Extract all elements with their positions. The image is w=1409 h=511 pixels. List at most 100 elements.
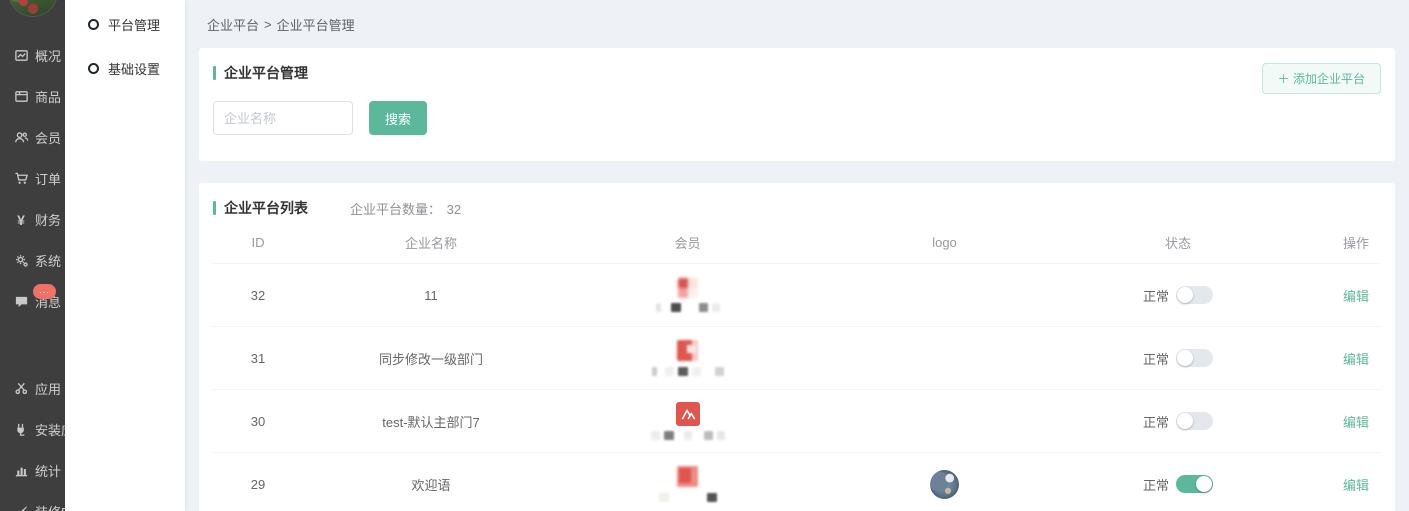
add-platform-button[interactable]: ＋ 添加企业平台 [1262,63,1381,94]
cell-company-name: 同步修改一级部门 [303,349,559,368]
main-nav: 概况 商品 会员 订单 ¥ 财务 系统 [0,35,65,511]
member-avatar-logo [676,402,700,426]
header-member: 会员 [559,233,816,252]
sub-sidebar: 平台管理 基础设置 [65,0,185,511]
sidebar-item-label: 商品 [35,87,61,106]
status-label: 正常 [1143,286,1169,305]
member-name-redacted [649,431,727,441]
system-icon [13,253,29,269]
cell-member [559,402,816,441]
status-label: 正常 [1143,475,1169,494]
sidebar-item-label: 应用 [35,379,61,398]
cell-id: 31 [213,351,303,366]
install-app-icon [13,422,29,438]
mountain-logo-icon [679,405,697,423]
submenu-label: 基础设置 [108,59,160,78]
company-name-input[interactable] [213,101,353,135]
search-button[interactable]: 搜索 [369,101,427,135]
manage-card-title: 企业平台管理 [224,63,308,83]
cell-logo [816,470,1073,499]
edit-link[interactable]: 编辑 [1343,289,1369,304]
cell-member [559,466,816,502]
edit-link[interactable]: 编辑 [1343,352,1369,367]
platform-list-card: 企业平台列表 企业平台数量： 32 ID 企业名称 会员 logo 状态 操作 [199,183,1395,511]
status-toggle[interactable] [1176,349,1213,367]
message-badge: ... [33,284,56,299]
submenu-item-platform-manage[interactable]: 平台管理 [65,2,185,46]
cell-status: 正常 [1073,349,1283,368]
table-row: 31 同步修改一级部门 正常 [213,327,1381,390]
breadcrumb: 企业平台 > 企业平台管理 [199,0,1395,48]
sidebar-item-diy[interactable]: 装修DIY [0,491,65,511]
sidebar-item-orders[interactable]: 订单 [0,158,65,199]
member-name-redacted [654,303,722,313]
cell-action: 编辑 [1283,349,1381,368]
edit-link[interactable]: 编辑 [1343,415,1369,430]
status-label: 正常 [1143,412,1169,431]
admin-app: 概况 商品 会员 订单 ¥ 财务 系统 [0,0,1409,511]
status-toggle[interactable] [1176,412,1213,430]
submenu-item-basic-settings[interactable]: 基础设置 [65,46,185,90]
sidebar-item-goods[interactable]: 商品 [0,76,65,117]
manage-card-header: 企业平台管理 ＋ 添加企业平台 [199,63,1395,83]
finance-icon: ¥ [13,212,29,228]
title-accent-bar [213,66,216,80]
member-avatar [677,340,698,361]
sidebar-group-apps: 应用 安装应用 统计 装修DIY [0,368,65,511]
main-sidebar: 概况 商品 会员 订单 ¥ 财务 系统 [0,0,65,511]
cell-action: 编辑 [1283,286,1381,305]
member-name-redacted [650,366,726,376]
sidebar-item-finance[interactable]: ¥ 财务 [0,199,65,240]
cell-action: 编辑 [1283,412,1381,431]
edit-link[interactable]: 编辑 [1343,478,1369,493]
radio-icon [88,19,99,30]
message-icon [13,294,29,310]
sidebar-item-label: 系统 [35,251,61,270]
table-row: 29 欢迎语 正常 [213,453,1381,511]
main-content: 企业平台 > 企业平台管理 企业平台管理 ＋ 添加企业平台 搜索 企业平台列表 … [185,0,1409,511]
member-name-redacted [657,492,719,502]
list-card-header: 企业平台列表 企业平台数量： 32 [199,198,1395,218]
sidebar-item-apps[interactable]: 应用 [0,368,65,409]
breadcrumb-current: 企业平台管理 [277,15,355,34]
sidebar-item-install-app[interactable]: 安装应用 [0,409,65,450]
list-card-title: 企业平台列表 [224,198,308,218]
header-logo: logo [816,235,1073,250]
member-avatar [677,466,698,487]
status-label: 正常 [1143,349,1169,368]
table-header-row: ID 企业名称 会员 logo 状态 操作 [213,222,1381,264]
header-id: ID [213,235,303,250]
diy-icon [13,504,29,511]
sidebar-item-stats[interactable]: 统计 [0,450,65,491]
breadcrumb-separator: > [264,17,272,32]
apps-icon [13,381,29,397]
status-toggle[interactable] [1176,475,1213,493]
goods-icon [13,89,29,105]
sidebar-item-members[interactable]: 会员 [0,117,65,158]
platform-count: 企业平台数量： 32 [350,199,461,218]
cell-company-name: test-默认主部门7 [303,412,559,431]
company-logo-earth [930,470,959,499]
cell-id: 30 [213,414,303,429]
cell-id: 29 [213,477,303,492]
orders-icon [13,171,29,187]
shop-avatar[interactable] [8,0,58,17]
sidebar-item-label: 统计 [35,461,61,480]
sidebar-item-label: 会员 [35,128,61,147]
cell-member [559,340,816,376]
sidebar-item-system[interactable]: 系统 [0,240,65,281]
radio-icon [88,63,99,74]
cell-status: 正常 [1073,412,1283,431]
cell-status: 正常 [1073,286,1283,305]
members-icon [13,130,29,146]
sidebar-item-label: 概况 [35,46,61,65]
sidebar-item-overview[interactable]: 概况 [0,35,65,76]
search-row: 搜索 [213,101,1395,135]
breadcrumb-parent[interactable]: 企业平台 [207,15,259,34]
sidebar-item-label: 财务 [35,210,61,229]
status-toggle[interactable] [1176,286,1213,304]
table-row: 32 11 正常 [213,264,1381,327]
sidebar-item-message[interactable]: 消息 ... [0,281,65,322]
cell-company-name: 欢迎语 [303,475,559,494]
platform-manage-card: 企业平台管理 ＋ 添加企业平台 搜索 [199,48,1395,161]
